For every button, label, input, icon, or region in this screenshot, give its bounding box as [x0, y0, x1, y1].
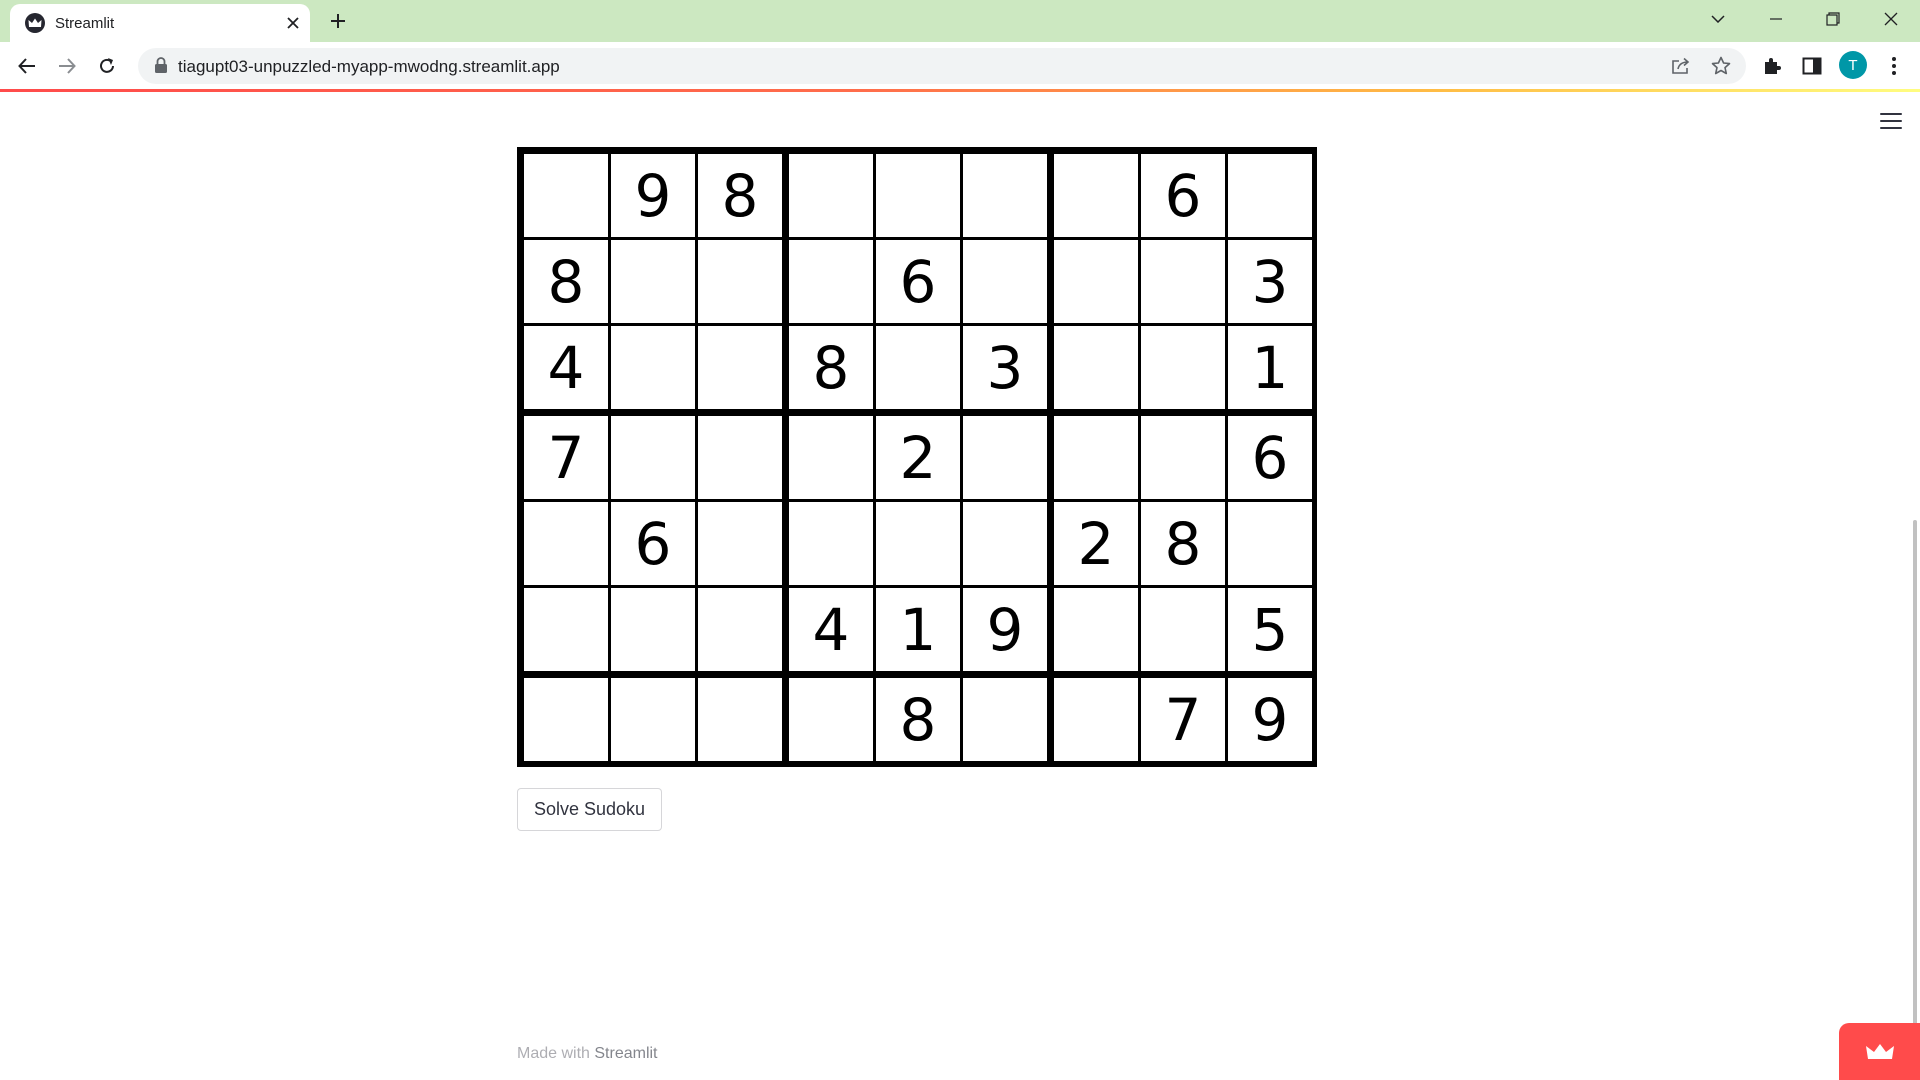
sudoku-cell: 9: [963, 588, 1047, 671]
browser-toolbar: tiagupt03-unpuzzled-myapp-mwodng.streaml…: [0, 42, 1920, 89]
kebab-menu-icon[interactable]: [1882, 54, 1906, 78]
sudoku-cell: [789, 502, 873, 585]
streamlit-favicon-icon: [25, 13, 45, 33]
sudoku-cell: 2: [876, 416, 960, 499]
url-text[interactable]: tiagupt03-unpuzzled-myapp-mwodng.streaml…: [178, 57, 560, 77]
forward-arrow-icon[interactable]: [51, 50, 83, 82]
sudoku-cell: 8: [789, 326, 873, 409]
sudoku-cell: [524, 154, 608, 237]
sudoku-cell: [698, 326, 782, 409]
sudoku-cell: 4: [524, 326, 608, 409]
sudoku-cell: [698, 678, 782, 761]
lock-icon[interactable]: [154, 57, 172, 75]
sudoku-cell: 8: [698, 154, 782, 237]
bookmark-star-icon[interactable]: [1710, 55, 1732, 77]
sudoku-cell: [524, 502, 608, 585]
sudoku-cell: [963, 678, 1047, 761]
address-bar[interactable]: tiagupt03-unpuzzled-myapp-mwodng.streaml…: [138, 48, 1746, 84]
tab-close-icon[interactable]: [283, 13, 303, 33]
sudoku-cell: 1: [1228, 326, 1312, 409]
profile-avatar[interactable]: T: [1839, 51, 1867, 79]
sudoku-cell: 4: [789, 588, 873, 671]
extensions-puzzle-icon[interactable]: [1760, 54, 1784, 78]
sudoku-cell: 8: [524, 240, 608, 323]
sudoku-cell: 3: [1228, 240, 1312, 323]
sudoku-cell: [611, 588, 695, 671]
sudoku-cell: [1054, 588, 1138, 671]
new-tab-button[interactable]: [325, 8, 351, 34]
sudoku-cell: [963, 416, 1047, 499]
sudoku-cell: [1054, 416, 1138, 499]
sudoku-cell: 8: [1141, 502, 1225, 585]
sudoku-cell: [698, 240, 782, 323]
sudoku-cell: [611, 678, 695, 761]
sudoku-cell: [611, 240, 695, 323]
sudoku-cell: [1141, 326, 1225, 409]
share-icon[interactable]: [1670, 55, 1692, 77]
sudoku-cell: [1141, 588, 1225, 671]
sudoku-cell: [1141, 416, 1225, 499]
back-arrow-icon[interactable]: [11, 50, 43, 82]
footer-prefix: Made with: [517, 1045, 590, 1062]
sudoku-cell: 3: [963, 326, 1047, 409]
page-loading-bar: [0, 89, 1920, 92]
sudoku-cell: [611, 416, 695, 499]
sudoku-cell: [876, 154, 960, 237]
page-scrollbar[interactable]: [1913, 520, 1917, 1080]
footer-streamlit-link[interactable]: Streamlit: [594, 1045, 657, 1062]
sudoku-cell: 6: [611, 502, 695, 585]
sudoku-cell: [789, 678, 873, 761]
sudoku-cell: 9: [611, 154, 695, 237]
sudoku-cell: 6: [1228, 416, 1312, 499]
sudoku-cell: [524, 678, 608, 761]
sudoku-cell: [1228, 502, 1312, 585]
sudoku-cell: [698, 588, 782, 671]
restore-window-icon[interactable]: [1810, 0, 1856, 38]
browser-tab[interactable]: Streamlit: [10, 4, 310, 42]
sudoku-cell: [1054, 154, 1138, 237]
sudoku-cell: [963, 240, 1047, 323]
sudoku-cell: [876, 502, 960, 585]
sudoku-cell: [698, 502, 782, 585]
sudoku-cell: 8: [876, 678, 960, 761]
sudoku-cell: [1054, 678, 1138, 761]
sudoku-cell: [963, 502, 1047, 585]
browser-tab-bar: Streamlit: [0, 0, 1920, 42]
sudoku-cell: [1228, 154, 1312, 237]
sudoku-cell: [789, 154, 873, 237]
minimize-window-icon[interactable]: [1753, 0, 1799, 38]
sudoku-grid: 98686348317266284195879: [517, 147, 1317, 767]
sudoku-cell: [789, 416, 873, 499]
sudoku-cell: 9: [1228, 678, 1312, 761]
tab-search-chevron-icon[interactable]: [1695, 0, 1741, 38]
close-window-icon[interactable]: [1868, 0, 1914, 38]
sudoku-cell: [1054, 326, 1138, 409]
reload-icon[interactable]: [91, 50, 123, 82]
footer: Made with Streamlit: [517, 1045, 658, 1063]
sudoku-cell: 7: [1141, 678, 1225, 761]
sudoku-cell: [1141, 240, 1225, 323]
sudoku-cell: [611, 326, 695, 409]
sudoku-cell: 1: [876, 588, 960, 671]
sudoku-cell: [963, 154, 1047, 237]
sudoku-cell: [1054, 240, 1138, 323]
sudoku-cell: 7: [524, 416, 608, 499]
streamlit-crown-icon: [1865, 1043, 1894, 1059]
sudoku-cell: [876, 326, 960, 409]
sudoku-cell: 6: [1141, 154, 1225, 237]
sudoku-cell: 5: [1228, 588, 1312, 671]
sudoku-cell: [789, 240, 873, 323]
solve-sudoku-button[interactable]: Solve Sudoku: [517, 788, 662, 831]
tab-title: Streamlit: [55, 15, 115, 32]
hamburger-menu-icon[interactable]: [1878, 110, 1904, 132]
sudoku-cell: 6: [876, 240, 960, 323]
side-panel-icon[interactable]: [1800, 54, 1824, 78]
sudoku-cell: [524, 588, 608, 671]
sudoku-cell: 2: [1054, 502, 1138, 585]
streamlit-badge[interactable]: [1839, 1023, 1920, 1080]
sudoku-cell: [698, 416, 782, 499]
